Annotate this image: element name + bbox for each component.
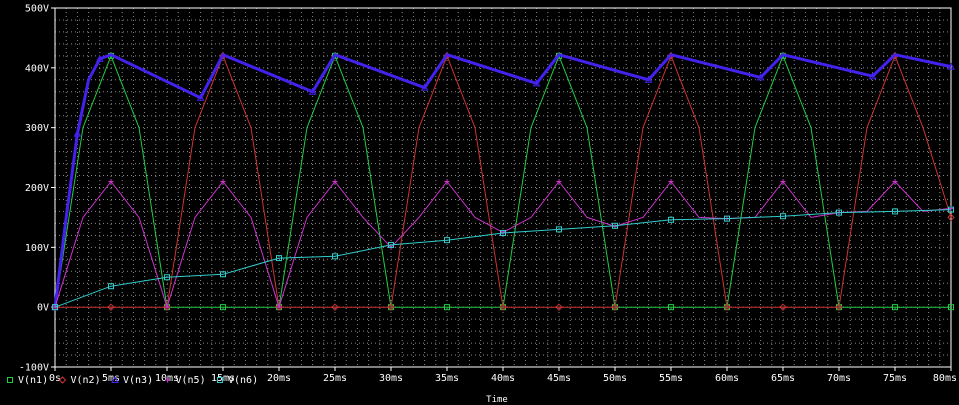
x-tick-label: 35ms xyxy=(435,373,459,384)
y-tick-label: 300V xyxy=(25,123,49,134)
plot-background xyxy=(0,0,959,405)
x-tick-label: 20ms xyxy=(267,373,291,384)
y-tick-label: 100V xyxy=(25,243,49,254)
y-tick-label: 0V xyxy=(37,303,49,314)
x-axis-label: Time xyxy=(486,395,508,405)
x-tick-label: 50ms xyxy=(603,373,627,384)
x-tick-label: 80ms xyxy=(933,373,957,384)
x-tick-label: 75ms xyxy=(883,373,907,384)
x-tick-label: 30ms xyxy=(379,373,403,384)
x-tick-label: 55ms xyxy=(659,373,683,384)
x-tick-label: 45ms xyxy=(547,373,571,384)
legend-label: V(n6) xyxy=(228,375,258,386)
x-tick-label: 70ms xyxy=(827,373,851,384)
x-tick-label: 40ms xyxy=(491,373,515,384)
legend-label: V(n2) xyxy=(71,375,101,386)
legend-label: V(n1) xyxy=(18,375,48,386)
y-tick-label: 200V xyxy=(25,183,49,194)
legend-label: V(n3) xyxy=(123,375,153,386)
x-tick-label: 0s xyxy=(49,373,61,384)
y-tick-label: 500V xyxy=(25,4,49,15)
x-tick-label: 65ms xyxy=(771,373,795,384)
x-tick-label: 60ms xyxy=(715,373,739,384)
x-tick-label: 25ms xyxy=(323,373,347,384)
y-tick-label: 400V xyxy=(25,63,49,74)
y-tick-label: -100V xyxy=(19,363,49,374)
transient-plot: -100V0V100V200V300V400V500V0s 5ms 10ms 15ms… xyxy=(0,0,959,405)
legend-label: V(n5) xyxy=(176,375,206,386)
